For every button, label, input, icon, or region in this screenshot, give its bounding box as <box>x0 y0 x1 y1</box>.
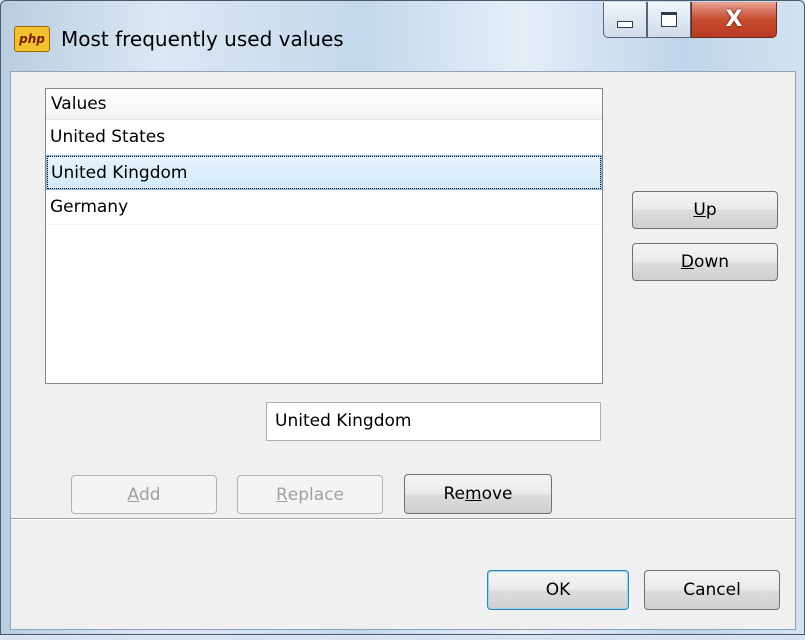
remove-label-pre: Re <box>443 484 466 504</box>
down-button[interactable]: Down <box>632 243 778 281</box>
close-icon: X <box>725 7 743 32</box>
dialog-client-area: Values United States United Kingdom Germ… <box>10 71 796 630</box>
php-app-icon: php <box>14 26 50 52</box>
remove-button[interactable]: Re m ove <box>404 474 552 514</box>
values-column-header[interactable]: Values <box>46 89 602 120</box>
title-bar[interactable]: php Most frequently used values X <box>1 1 804 71</box>
list-item-selected[interactable]: United Kingdom <box>46 155 602 190</box>
dialog-window: php Most frequently used values X Values… <box>0 0 805 635</box>
window-title: Most frequently used values <box>61 27 344 51</box>
list-item[interactable]: Germany <box>46 190 602 225</box>
up-accel: U <box>693 200 706 220</box>
remove-accel: m <box>465 484 482 504</box>
ok-button[interactable]: OK <box>487 570 629 610</box>
up-label: p <box>705 200 717 220</box>
replace-button[interactable]: Replace <box>237 475 383 514</box>
maximize-icon <box>661 12 677 27</box>
cancel-button[interactable]: Cancel <box>644 570 780 610</box>
list-item[interactable]: United States <box>46 120 602 155</box>
up-button[interactable]: Up <box>632 191 778 229</box>
add-label: dd <box>139 484 161 505</box>
replace-accel: R <box>275 484 288 505</box>
footer-separator <box>11 518 795 520</box>
minimize-icon <box>617 21 633 28</box>
add-accel: A <box>127 484 140 505</box>
remove-label: ove <box>481 484 513 504</box>
values-list[interactable]: Values United States United Kingdom Germ… <box>45 88 603 384</box>
close-button[interactable]: X <box>691 2 777 38</box>
add-button[interactable]: Add <box>71 475 217 514</box>
down-accel: D <box>680 252 694 272</box>
value-input[interactable]: United Kingdom <box>266 402 601 441</box>
replace-label: eplace <box>287 484 344 505</box>
maximize-button[interactable] <box>647 2 691 38</box>
down-label: own <box>694 252 730 272</box>
minimize-button[interactable] <box>603 2 647 38</box>
